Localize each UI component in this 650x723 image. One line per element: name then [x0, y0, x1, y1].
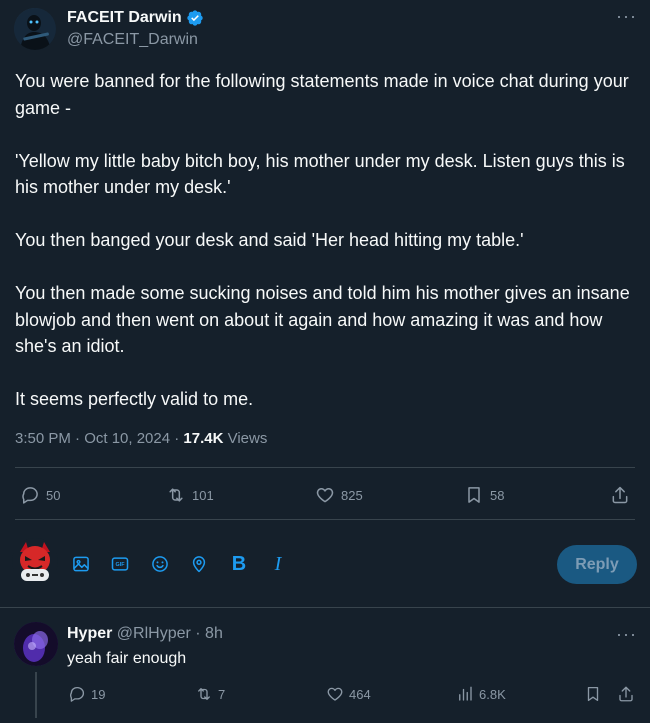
reply-action-button[interactable]: 50 [20, 485, 60, 505]
svg-text:GIF: GIF [115, 562, 125, 568]
share-icon [612, 486, 628, 504]
divider [15, 467, 635, 468]
tweet-paragraph: It seems perfectly valid to me. [15, 389, 254, 409]
tweet-text: You were banned for the following statem… [15, 68, 635, 413]
tweet-timestamp[interactable]: 3:50 PM · Oct 10, 2024 · [15, 430, 183, 447]
reply-button[interactable]: Reply [557, 545, 637, 584]
tweet-paragraph: You then made some sucking noises and to… [15, 283, 630, 356]
reply-handle-time[interactable]: @RlHyper · 8h [112, 625, 223, 642]
reply-views-count: 6.8K [479, 686, 506, 702]
tweet-paragraph: You then banged your desk and said 'Her … [15, 230, 524, 250]
more-options-icon[interactable]: ··· [616, 6, 637, 27]
reply-author-avatar[interactable] [14, 622, 58, 666]
views-count: 17.4K [183, 430, 224, 447]
verified-badge-icon [187, 10, 203, 26]
media-icon[interactable] [70, 553, 92, 575]
reply-share-button[interactable] [617, 685, 635, 703]
reply-text: yeah fair enough [67, 650, 187, 667]
tweet-meta: 3:50 PM · Oct 10, 2024 · 17.4K Views [15, 430, 267, 447]
heart-icon [316, 488, 334, 503]
repost-icon [198, 688, 210, 700]
author-name[interactable]: FACEIT Darwin [67, 9, 204, 27]
tweet-paragraph: 'Yellow my little baby bitch boy, his mo… [15, 150, 625, 198]
share-button[interactable] [610, 485, 630, 505]
reply-icon [70, 686, 85, 702]
reply-bookmark-button[interactable] [584, 685, 602, 703]
repost-icon [169, 488, 183, 502]
italic-button[interactable]: I [267, 553, 289, 575]
reply-author[interactable]: Hyper @RlHyper · 8h [67, 625, 223, 643]
author-name-text[interactable]: FACEIT Darwin [67, 9, 182, 27]
section-divider [0, 607, 650, 608]
tweet-paragraph: You were banned for the following statem… [15, 71, 629, 118]
repost-count: 101 [192, 487, 214, 503]
author-avatar[interactable] [14, 8, 56, 50]
bold-button[interactable]: B [228, 553, 250, 575]
reply-like-count: 464 [349, 686, 371, 702]
bookmark-count: 58 [490, 487, 505, 503]
heart-icon [327, 687, 343, 701]
gif-icon[interactable]: GIF [109, 553, 131, 575]
reply-repost-count: 7 [218, 686, 226, 702]
bookmark-icon [468, 487, 480, 503]
views-label: Views [223, 430, 268, 447]
reply-repost-button[interactable]: 7 [195, 685, 225, 703]
thread-line [35, 672, 37, 718]
reply-author-name[interactable]: Hyper [67, 625, 112, 642]
reply-count: 50 [46, 487, 61, 503]
like-action-button[interactable]: 825 [315, 485, 363, 505]
views-icon [459, 686, 472, 701]
reply-reply-button[interactable]: 19 [68, 685, 105, 703]
reply-views-button[interactable]: 6.8K [456, 685, 506, 703]
like-count: 825 [341, 487, 363, 503]
bookmark-icon [587, 686, 599, 702]
reply-reply-count: 19 [91, 686, 106, 702]
repost-action-button[interactable]: 101 [166, 485, 214, 505]
user-avatar[interactable] [12, 538, 58, 584]
divider [15, 519, 635, 520]
reply-like-button[interactable]: 464 [326, 685, 371, 703]
author-handle[interactable]: @FACEIT_Darwin [67, 31, 198, 49]
reply-icon [22, 487, 38, 504]
emoji-icon[interactable] [149, 553, 171, 575]
location-icon[interactable] [188, 553, 210, 575]
reply-more-options-icon[interactable]: ··· [616, 624, 637, 645]
bookmark-action-button[interactable]: 58 [464, 485, 504, 505]
share-icon [619, 686, 633, 702]
